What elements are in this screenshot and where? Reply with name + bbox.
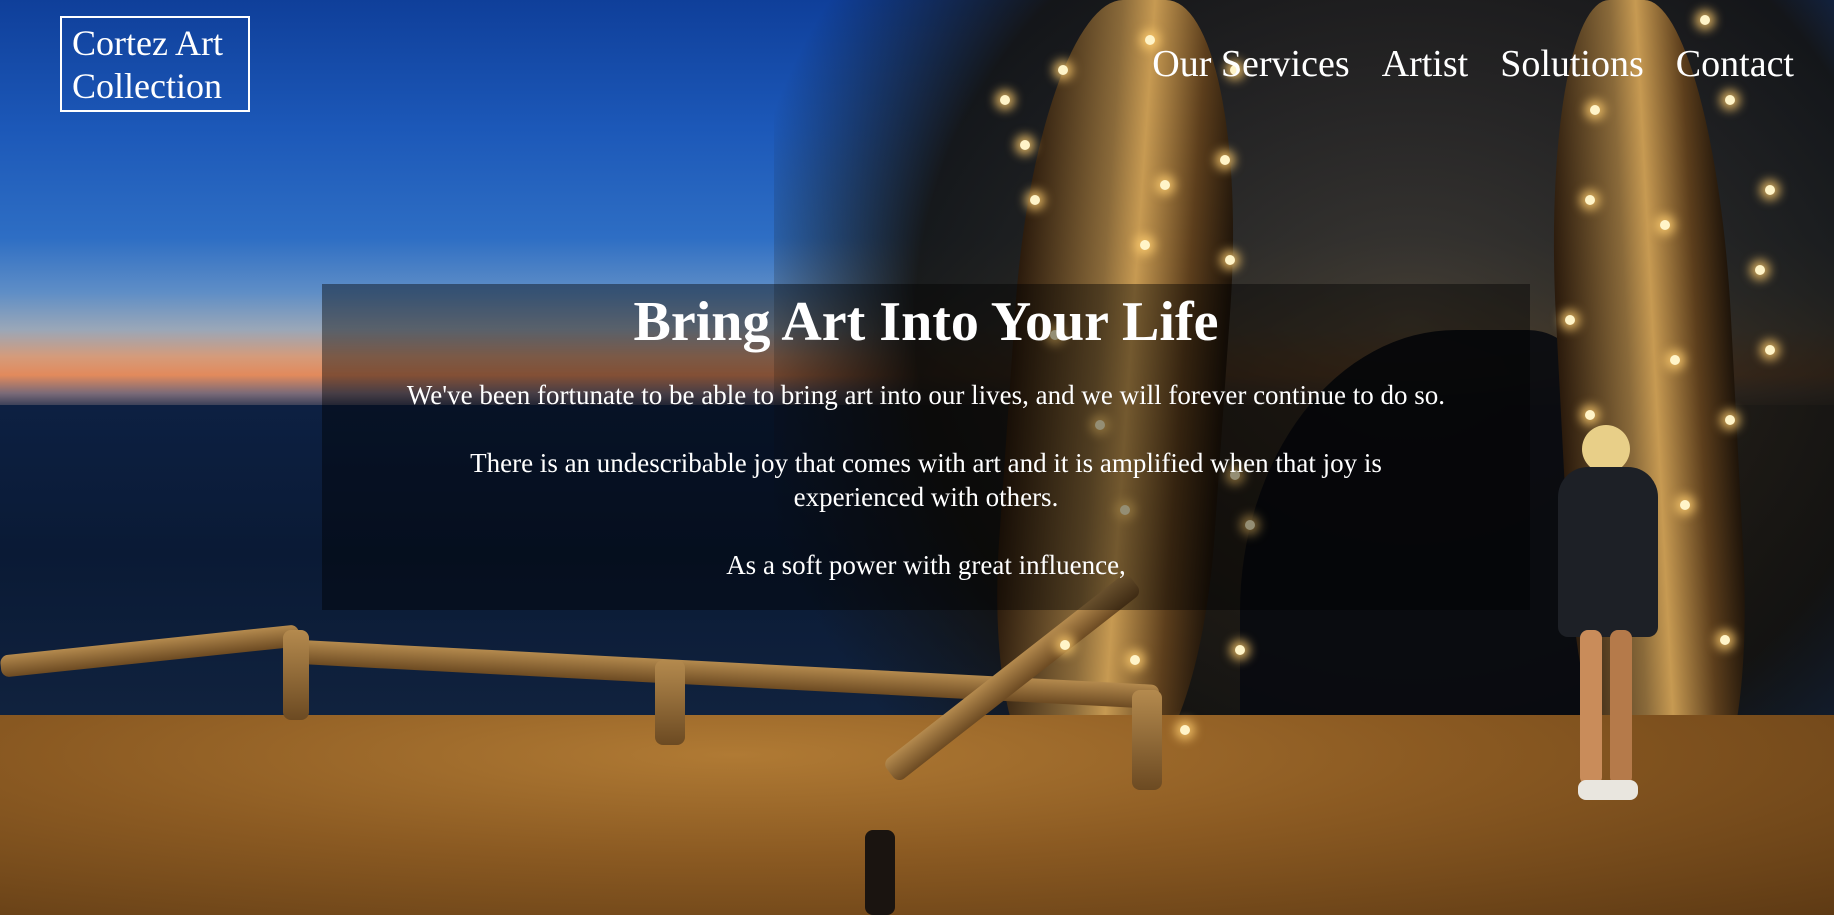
page: Cortez Art Collection Our Services Artis… — [0, 0, 1834, 915]
person-leg — [1580, 630, 1602, 785]
string-light — [1590, 105, 1600, 115]
string-light — [1225, 255, 1235, 265]
main-nav: Our Services Artist Solutions Contact — [1152, 42, 1794, 86]
string-light — [1720, 635, 1730, 645]
string-light — [1160, 180, 1170, 190]
fence-post — [1132, 690, 1162, 790]
person-coat — [1558, 467, 1658, 637]
string-light — [1660, 220, 1670, 230]
fence-post — [865, 830, 895, 915]
hero-paragraph: We've been fortunate to be able to bring… — [406, 380, 1446, 410]
nav-item-contact[interactable]: Contact — [1676, 42, 1794, 86]
string-light — [1755, 265, 1765, 275]
string-light — [1585, 195, 1595, 205]
string-light — [1235, 645, 1245, 655]
string-light — [1725, 95, 1735, 105]
string-light — [1020, 140, 1030, 150]
hero-paragraph: There is an undescribable joy that comes… — [470, 448, 1382, 512]
hero-title: Bring Art Into Your Life — [633, 291, 1219, 353]
string-light — [1000, 95, 1010, 105]
person-photographing — [1548, 425, 1668, 805]
site-logo[interactable]: Cortez Art Collection — [60, 16, 250, 112]
string-light — [1220, 155, 1230, 165]
nav-item-our-services[interactable]: Our Services — [1152, 42, 1349, 86]
string-light — [1670, 355, 1680, 365]
string-light — [1030, 195, 1040, 205]
string-light — [1060, 640, 1070, 650]
string-light — [1680, 500, 1690, 510]
nav-item-solutions[interactable]: Solutions — [1500, 42, 1644, 86]
nav-item-artist[interactable]: Artist — [1382, 42, 1469, 86]
string-light — [1585, 410, 1595, 420]
fence-post — [283, 630, 309, 720]
string-light — [1700, 15, 1710, 25]
person-hair — [1582, 425, 1630, 473]
string-light — [1725, 415, 1735, 425]
string-light — [1180, 725, 1190, 735]
string-light — [1765, 185, 1775, 195]
string-light — [1130, 655, 1140, 665]
hero-paragraph: As a soft power with great influence, — [726, 550, 1126, 580]
string-light — [1140, 240, 1150, 250]
string-light — [1058, 65, 1068, 75]
hero-overlay-panel: Bring Art Into Your Life We've been fort… — [322, 284, 1530, 610]
fence-post — [655, 660, 685, 745]
string-light — [1565, 315, 1575, 325]
string-light — [1765, 345, 1775, 355]
person-leg — [1610, 630, 1632, 785]
person-shoe — [1578, 780, 1638, 800]
